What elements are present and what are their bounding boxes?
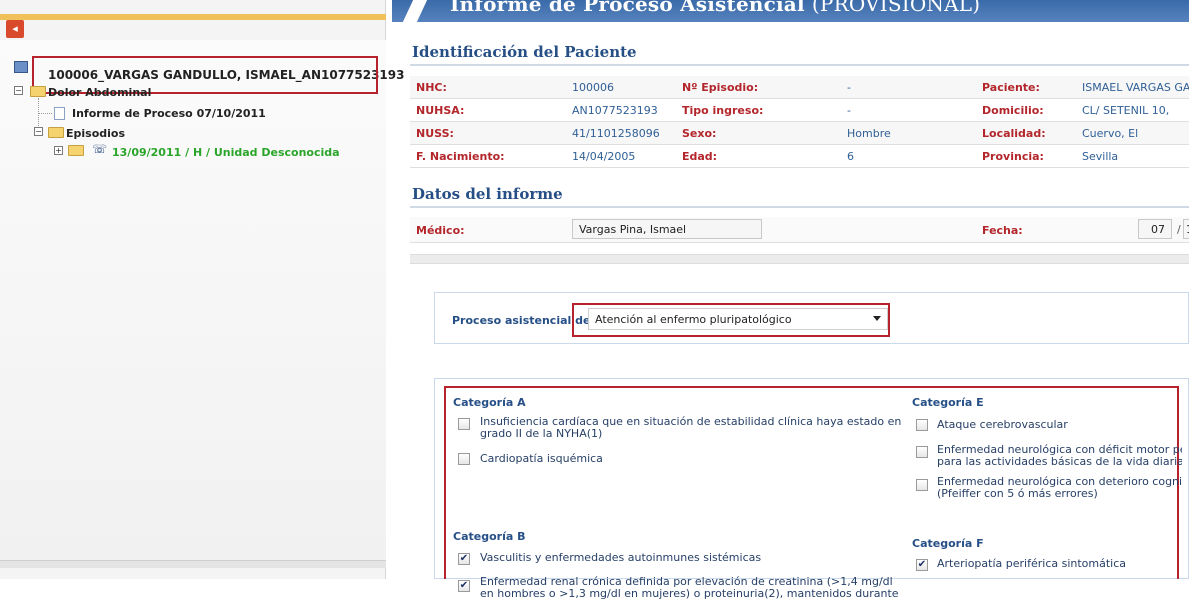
item-text-line: en hombres o >1,3 mg/dl en mujeres) o pr… <box>480 587 899 600</box>
tree-connector <box>38 113 52 114</box>
tree-collapse-toggle[interactable]: − <box>34 127 43 136</box>
category-b-item-label: Vasculitis y enfermedades autoinmunes si… <box>480 551 762 564</box>
tree-process-node[interactable]: Dolor Abdominal <box>48 86 151 99</box>
category-e-item-checkbox[interactable] <box>916 419 928 431</box>
arrow-left-icon: ◂ <box>12 22 18 35</box>
category-a-item-checkbox[interactable] <box>458 418 470 430</box>
nhc-label: NHC: <box>416 81 447 94</box>
category-a-item-label: Insuficiencia cardíaca que en situación … <box>480 416 901 440</box>
section-separator <box>410 254 1189 264</box>
section-divider <box>410 64 1189 66</box>
admission-type-value: - <box>847 104 851 117</box>
sex-value: Hombre <box>847 127 891 140</box>
nhc-value: 100006 <box>572 81 614 94</box>
item-text-line: para las actividades básicas de la vida … <box>937 455 1182 468</box>
check-icon: ✔ <box>917 559 927 570</box>
birth-date-label: F. Nacimiento: <box>416 150 505 163</box>
report-section-title: Datos del informe <box>412 185 563 203</box>
nuhsa-value: AN1077523193 <box>572 104 658 117</box>
nuss-value: 41/1101258096 <box>572 127 660 140</box>
patient-name-label: Paciente: <box>982 81 1040 94</box>
category-e-item-label: Ataque cerebrovascular <box>937 418 1068 431</box>
category-f-item-label: Arteriopatía periférica sintomática <box>937 557 1127 570</box>
age-value: 6 <box>847 150 854 163</box>
check-icon: ✔ <box>459 553 469 564</box>
admission-type-label: Tipo ingreso: <box>682 104 764 117</box>
tree-episode-node[interactable]: 13/09/2011 / H / Unidad Desconocida <box>112 146 340 159</box>
category-b-item-label: Enfermedad renal crónica definida por el… <box>480 576 899 600</box>
report-title-text: Informe de Proceso Asistencial <box>450 0 805 16</box>
process-highlight-box <box>572 303 890 337</box>
category-b-title: Categoría B <box>453 530 526 543</box>
section-divider <box>410 206 1189 208</box>
check-icon: ✔ <box>459 580 469 591</box>
item-text-line: (Pfeiffer con 5 ó más errores) <box>937 487 1098 500</box>
category-f-title: Categoría F <box>912 537 984 550</box>
doctor-field[interactable]: Vargas Pina, Ismael <box>572 219 762 239</box>
item-text-line: grado II de la NYHA(1) <box>480 427 603 440</box>
address-value: CL/ SETENIL 10, <box>1082 104 1170 117</box>
category-a-item-checkbox[interactable] <box>458 453 470 465</box>
birth-date-value: 14/04/2005 <box>572 150 636 163</box>
doctor-row: Médico: Vargas Pina, Ismael Fecha: 07 / … <box>410 217 1189 243</box>
computer-icon <box>14 61 28 73</box>
tree-expand-toggle[interactable]: + <box>54 146 63 155</box>
category-b-item-checkbox[interactable]: ✔ <box>458 580 470 592</box>
patient-row: NHC: 100006 Nº Episodio: - Paciente: ISM… <box>410 76 1189 99</box>
report-status: (PROVISIONAL) <box>811 0 981 16</box>
patient-row: F. Nacimiento: 14/04/2005 Edad: 6 Provin… <box>410 145 1189 168</box>
folder-icon <box>30 86 46 97</box>
category-b-item-checkbox[interactable]: ✔ <box>458 553 470 565</box>
process-label: Proceso asistencial de <box>452 314 591 327</box>
date-month-field[interactable]: 10 <box>1183 219 1189 239</box>
nuhsa-label: NUHSA: <box>416 104 465 117</box>
category-e-item-checkbox[interactable] <box>916 479 928 491</box>
age-label: Edad: <box>682 150 718 163</box>
folder-icon <box>48 127 64 138</box>
collapse-panel-button[interactable]: ◂ <box>6 20 24 38</box>
patient-section-title: Identificación del Paciente <box>412 43 637 61</box>
tree-report-node[interactable]: Informe de Proceso 07/10/2011 <box>72 107 266 120</box>
province-value: Sevilla <box>1082 150 1119 163</box>
date-separator: / <box>1177 223 1181 236</box>
tree-collapse-toggle[interactable]: − <box>14 86 23 95</box>
category-e-item-checkbox[interactable] <box>916 446 928 458</box>
document-icon <box>54 107 65 120</box>
folder-icon <box>68 145 84 156</box>
category-e-item-label: Enfermedad neurológica con deterioro cog… <box>937 476 1182 500</box>
category-a-item-label: Cardiopatía isquémica <box>480 452 603 465</box>
episode-label: Nº Episodio: <box>682 81 759 94</box>
episode-value: - <box>847 81 851 94</box>
doctor-label: Médico: <box>416 224 465 237</box>
report-title: Informe de Proceso Asistencial (PROVISIO… <box>450 0 980 16</box>
left-panel-header-bar <box>0 14 386 20</box>
tree-episodes-node[interactable]: Episodios <box>66 127 125 140</box>
sex-label: Sexo: <box>682 127 717 140</box>
patient-row: NUSS: 41/1101258096 Sexo: Hombre Localid… <box>410 122 1189 145</box>
date-label: Fecha: <box>982 224 1023 237</box>
locality-value: Cuervo, El <box>1082 127 1139 140</box>
address-label: Domicilio: <box>982 104 1044 117</box>
category-e-item-label: Enfermedad neurológica con déficit motor… <box>937 444 1182 468</box>
province-label: Provincia: <box>982 150 1044 163</box>
nuss-label: NUSS: <box>416 127 454 140</box>
stethoscope-icon: ☏ <box>92 142 108 156</box>
patient-name-value: ISMAEL VARGAS GAN <box>1082 81 1189 94</box>
patient-row: NUHSA: AN1077523193 Tipo ingreso: - Domi… <box>410 99 1189 122</box>
category-f-item-checkbox[interactable]: ✔ <box>916 559 928 571</box>
category-a-title: Categoría A <box>453 396 526 409</box>
locality-label: Localidad: <box>982 127 1046 140</box>
category-e-title: Categoría E <box>912 396 984 409</box>
left-panel-footer <box>0 560 386 568</box>
date-day-field[interactable]: 07 <box>1138 219 1172 239</box>
